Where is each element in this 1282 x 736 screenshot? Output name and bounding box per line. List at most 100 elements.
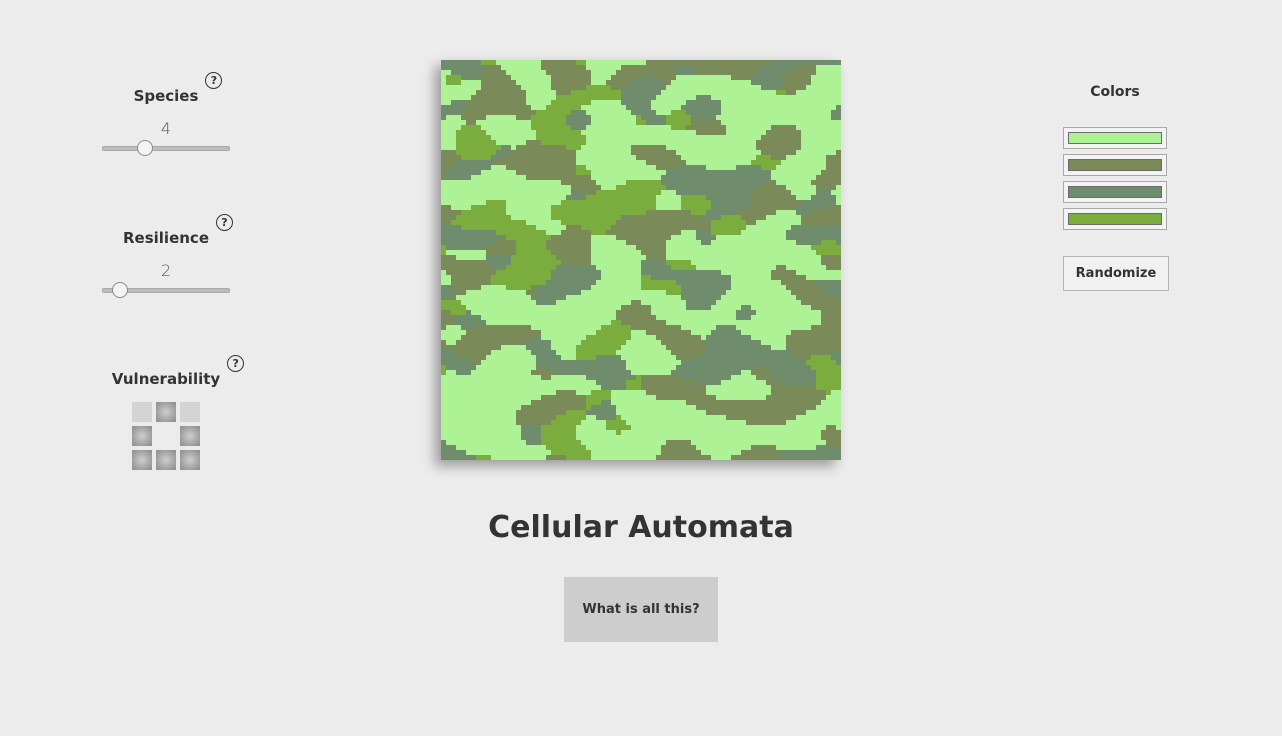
automaton-cell-run xyxy=(751,370,771,375)
vulnerability-cell[interactable] xyxy=(132,402,152,422)
automaton-cell-run xyxy=(636,155,681,160)
automaton-cell-run xyxy=(666,245,811,250)
color-swatch-1[interactable] xyxy=(1063,127,1167,149)
automaton-cell-run xyxy=(441,125,461,130)
automaton-cell-run xyxy=(481,315,616,320)
automaton-cell-run xyxy=(681,205,711,210)
automaton-cell-run xyxy=(556,95,621,100)
species-slider[interactable] xyxy=(102,140,230,156)
automaton-cell-run xyxy=(596,330,631,335)
automaton-cell-run xyxy=(441,185,571,190)
color-swatch-2[interactable] xyxy=(1063,154,1167,176)
automaton-cell-run xyxy=(441,135,456,140)
automaton-cell-run xyxy=(506,265,556,270)
automaton-cell-run xyxy=(551,275,601,280)
automaton-cell-run xyxy=(556,300,631,305)
color-swatch-4[interactable] xyxy=(1063,208,1167,230)
automaton-cell-run xyxy=(776,445,816,450)
automaton-cell-run xyxy=(816,375,841,380)
automaton-cell-run xyxy=(711,455,731,460)
automaton-cell-run xyxy=(816,385,841,390)
automaton-cell-run xyxy=(756,220,801,225)
vulnerability-cell[interactable] xyxy=(180,402,200,422)
resilience-slider-thumb[interactable] xyxy=(112,282,129,298)
vulnerability-cell[interactable] xyxy=(156,402,176,422)
automaton-cell-run xyxy=(621,320,666,325)
automaton-canvas[interactable] xyxy=(441,60,841,460)
automaton-cell-run xyxy=(741,215,766,220)
automaton-cell-run xyxy=(811,80,841,85)
automaton-cell-run xyxy=(591,235,616,240)
automaton-cell-run xyxy=(646,330,691,335)
automaton-cell-run xyxy=(591,405,616,410)
automaton-cell-run xyxy=(836,360,841,365)
automaton-cell-run xyxy=(821,435,841,440)
automaton-cell-run xyxy=(796,415,841,420)
species-slider-track[interactable] xyxy=(102,146,230,151)
automaton-cell-run xyxy=(531,120,566,125)
vulnerability-cell[interactable] xyxy=(132,426,152,446)
automaton-cell-run xyxy=(586,415,596,420)
automaton-cell-run xyxy=(446,115,461,120)
vulnerability-cell[interactable] xyxy=(180,426,200,446)
automaton-cell-run xyxy=(796,90,841,95)
automaton-cell-run xyxy=(831,350,841,355)
automaton-cell-run xyxy=(691,330,711,335)
vulnerability-cell[interactable] xyxy=(132,450,152,470)
automaton-cell-run xyxy=(646,390,706,395)
automaton-cell-run xyxy=(441,155,461,160)
automaton-cell-run xyxy=(756,140,801,145)
automaton-cell-run xyxy=(476,365,536,370)
automaton-cell-run xyxy=(441,270,446,275)
automaton-cell-run xyxy=(441,375,541,380)
automaton-cell-run xyxy=(641,380,696,385)
automaton-cell-run xyxy=(596,415,616,420)
automaton-cell-run xyxy=(491,275,551,280)
vulnerability-cell[interactable] xyxy=(156,450,176,470)
automaton-cell-run xyxy=(681,285,731,290)
automaton-cell-run xyxy=(776,90,786,95)
automaton-cell-run xyxy=(606,80,631,85)
automaton-cell-run xyxy=(671,80,751,85)
automaton-cell-run xyxy=(781,380,816,385)
automaton-cell-run xyxy=(441,225,461,230)
automaton-cell-run xyxy=(816,280,841,285)
automaton-cell-run xyxy=(656,110,671,115)
automaton-cell-run xyxy=(636,375,641,380)
automaton-cell-run xyxy=(631,215,706,220)
species-help-icon[interactable]: ? xyxy=(205,72,223,89)
automaton-cell-run xyxy=(766,215,801,220)
color-swatch-3[interactable] xyxy=(1063,181,1167,203)
automaton-cell-run xyxy=(541,335,586,340)
resilience-slider[interactable] xyxy=(102,282,230,298)
automaton-cell-run xyxy=(786,70,816,75)
automaton-cell-run xyxy=(581,105,626,110)
automaton-cell-run xyxy=(556,390,576,395)
about-button[interactable]: What is all this? xyxy=(564,577,718,642)
species-slider-thumb[interactable] xyxy=(136,140,153,156)
automaton-cell-run xyxy=(576,170,591,175)
automaton-cell-run xyxy=(531,400,586,405)
resilience-help-icon[interactable]: ? xyxy=(216,214,233,231)
automaton-cell-run xyxy=(711,240,796,245)
vulnerability-cell[interactable] xyxy=(180,450,200,470)
automaton-cell-run xyxy=(441,320,456,325)
automaton-cell-run xyxy=(486,255,511,260)
automaton-cell-run xyxy=(786,285,821,290)
automaton-cell-run xyxy=(441,70,451,75)
automaton-cell-run xyxy=(681,230,696,235)
automaton-cell-run xyxy=(696,405,816,410)
automaton-cell-run xyxy=(581,340,626,345)
automaton-cell-run xyxy=(441,150,456,155)
randomize-button[interactable]: Randomize xyxy=(1063,256,1169,291)
automaton-cell-run xyxy=(476,455,491,460)
automaton-cell-run xyxy=(736,325,811,330)
automaton-cell-run xyxy=(701,335,706,340)
vulnerability-help-icon[interactable]: ? xyxy=(227,355,245,372)
automaton-cell-run xyxy=(621,355,676,360)
automaton-cell-run xyxy=(711,225,746,230)
automaton-cell-run xyxy=(816,175,841,180)
automaton-cell-run xyxy=(531,350,556,355)
automaton-grid[interactable] xyxy=(441,60,841,460)
automaton-cell-run xyxy=(441,410,516,415)
